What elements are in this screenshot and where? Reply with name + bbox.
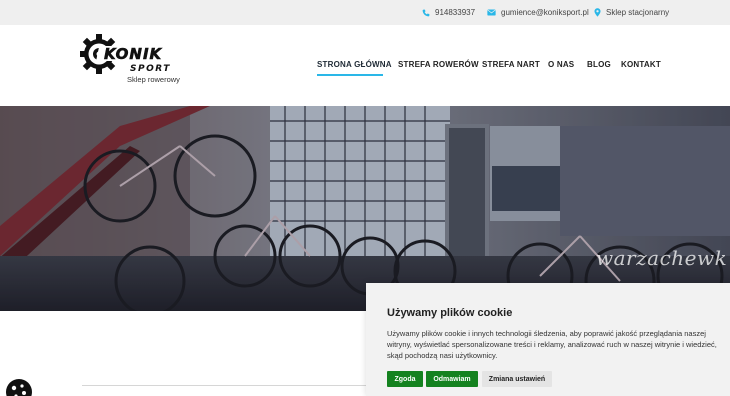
nav-blog[interactable]: BLOG <box>587 60 611 69</box>
content-divider <box>82 385 372 386</box>
phone-link[interactable]: 914833937 <box>422 0 475 25</box>
watermark-text: warzachewk <box>596 246 728 270</box>
page: 914833937 gumience@koniksport.pl Sklep s… <box>0 0 730 396</box>
cookie-title: Używamy plików cookie <box>387 307 513 319</box>
cookie-description: Używamy plików cookie i innych technolog… <box>387 329 717 360</box>
logo-subword: SPORT <box>130 64 171 74</box>
nav-strefa-rowerow[interactable]: STREFA ROWERÓW <box>398 60 479 69</box>
hero-image <box>0 106 730 311</box>
nav-kontakt[interactable]: KONTAKT <box>621 60 661 69</box>
cookie-reject-button[interactable]: Odmawiam <box>426 371 478 387</box>
cookie-icon <box>6 379 32 396</box>
email-address: gumience@koniksport.pl <box>501 8 589 17</box>
cookie-agree-button[interactable]: Zgoda <box>387 371 423 387</box>
map-pin-icon <box>594 8 601 17</box>
nav-active-indicator <box>317 74 383 76</box>
site-header: KONIK SPORT Sklep rowerowy STRONA GŁÓWNA… <box>0 25 730 106</box>
shop-link[interactable]: Sklep stacjonarny <box>594 0 669 25</box>
envelope-icon <box>487 9 496 16</box>
top-contact-bar: 914833937 gumience@koniksport.pl Sklep s… <box>0 0 730 25</box>
email-link[interactable]: gumience@koniksport.pl <box>487 0 589 25</box>
cookie-settings-button[interactable] <box>5 378 33 396</box>
nav-o-nas[interactable]: O NAS <box>548 60 574 69</box>
nav-strefa-nart[interactable]: STREFA NART <box>482 60 540 69</box>
nav-strona-glowna[interactable]: STRONA GŁÓWNA <box>317 60 392 69</box>
logo-tagline: Sklep rowerowy <box>127 75 180 84</box>
phone-number: 914833937 <box>435 8 476 17</box>
cookie-banner: Używamy plików cookie Używamy plików coo… <box>366 283 730 396</box>
shop-label: Sklep stacjonarny <box>606 8 670 17</box>
cookie-change-settings-button[interactable]: Zmiana ustawień <box>482 371 552 387</box>
phone-icon <box>422 9 430 16</box>
logo-wordmark: KONIK <box>104 45 163 63</box>
